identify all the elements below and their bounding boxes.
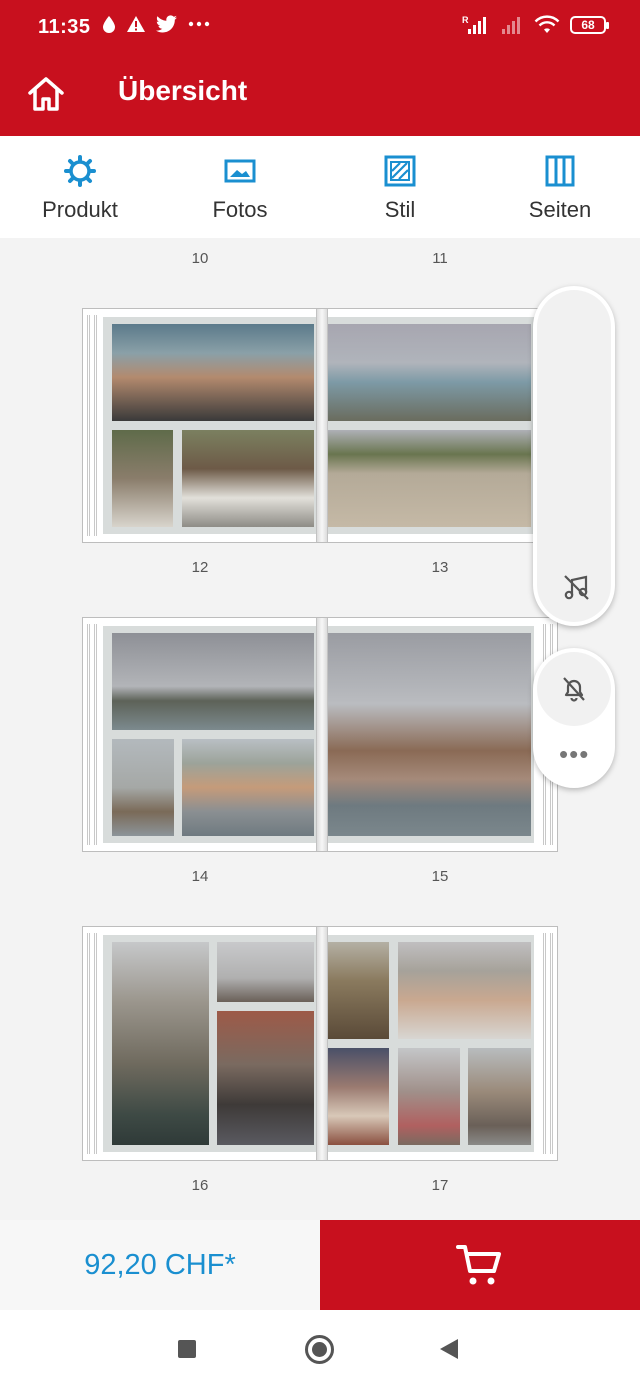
status-right-icons: R 68 (462, 15, 609, 35)
signal-weak-icon (502, 17, 520, 34)
tab-label: Stil (384, 197, 416, 222)
pages-icon (545, 155, 575, 187)
photo[interactable] (328, 633, 531, 836)
photo[interactable] (328, 1048, 389, 1145)
image-icon (224, 159, 256, 183)
wifi-icon (534, 15, 560, 33)
checkout-bar: 92,20 CHF* (0, 1220, 640, 1310)
tab-seiten[interactable]: Seiten (480, 136, 640, 238)
page-number: 15 (431, 868, 449, 885)
tab-label: Seiten (528, 197, 592, 222)
photo[interactable] (217, 942, 314, 1002)
page-number: 13 (431, 559, 449, 576)
tab-bar: Produkt Fotos Stil Seiten (0, 136, 640, 238)
photo[interactable] (468, 1048, 531, 1145)
status-bar: 11:35 R 68 (0, 0, 640, 56)
page-number: 11 (432, 250, 448, 267)
photo[interactable] (112, 942, 209, 1145)
battery-icon: 68 (570, 16, 609, 34)
tab-fotos[interactable]: Fotos (160, 136, 320, 238)
price-box: 92,20 CHF* (0, 1220, 320, 1310)
status-time: 11:35 (38, 16, 91, 38)
cart-button[interactable] (320, 1220, 640, 1310)
style-icon (384, 155, 416, 187)
page-number: 12 (191, 559, 209, 576)
photo[interactable] (182, 430, 314, 527)
page-number: 17 (431, 1177, 449, 1194)
page-number: 10 (191, 250, 209, 267)
home-icon[interactable] (24, 72, 68, 116)
bell-off-icon (563, 677, 585, 702)
photo[interactable] (328, 942, 389, 1039)
spread-12-13[interactable] (82, 617, 558, 852)
photo[interactable] (112, 633, 314, 730)
recents-button[interactable] (178, 1340, 196, 1358)
action-menu: ••• (533, 648, 615, 788)
tab-label: Produkt (42, 197, 118, 222)
more-dots-icon[interactable]: ••• (559, 741, 589, 767)
photo[interactable] (182, 739, 314, 836)
photo[interactable] (217, 1011, 314, 1145)
signal-r-icon: R (462, 15, 486, 34)
photo[interactable] (328, 324, 531, 421)
spread-10-11[interactable] (82, 308, 558, 543)
app-bar: Übersicht (0, 56, 640, 136)
photo[interactable] (112, 739, 174, 836)
twitter-icon (156, 15, 177, 33)
photo[interactable] (112, 324, 314, 421)
page-number: 16 (191, 1177, 209, 1194)
tab-stil[interactable]: Stil (320, 136, 480, 238)
home-button[interactable] (305, 1335, 334, 1364)
status-left-icons (102, 15, 210, 33)
photo[interactable] (112, 430, 173, 527)
music-panel-inner (537, 290, 611, 622)
photo[interactable] (398, 1048, 460, 1145)
spread-14-15[interactable] (82, 926, 558, 1161)
page-number: 14 (191, 868, 209, 885)
photo[interactable] (398, 942, 531, 1039)
total-price: 92,20 CHF* (84, 1248, 236, 1281)
warning-icon (127, 16, 145, 32)
page-title: Übersicht (118, 75, 248, 106)
water-drop-icon (103, 16, 115, 33)
photo[interactable] (328, 430, 531, 527)
more-dots-icon (188, 21, 210, 27)
music-off-icon[interactable] (561, 572, 591, 602)
gear-icon (64, 155, 96, 187)
tab-produkt[interactable]: Produkt (0, 136, 160, 238)
svg-text:R: R (462, 15, 469, 25)
system-nav-bar (0, 1310, 640, 1387)
back-button[interactable] (440, 1339, 458, 1359)
music-panel (533, 286, 615, 626)
notification-toggle[interactable] (537, 652, 611, 726)
tab-label: Fotos (212, 197, 268, 222)
cart-icon (456, 1245, 501, 1285)
